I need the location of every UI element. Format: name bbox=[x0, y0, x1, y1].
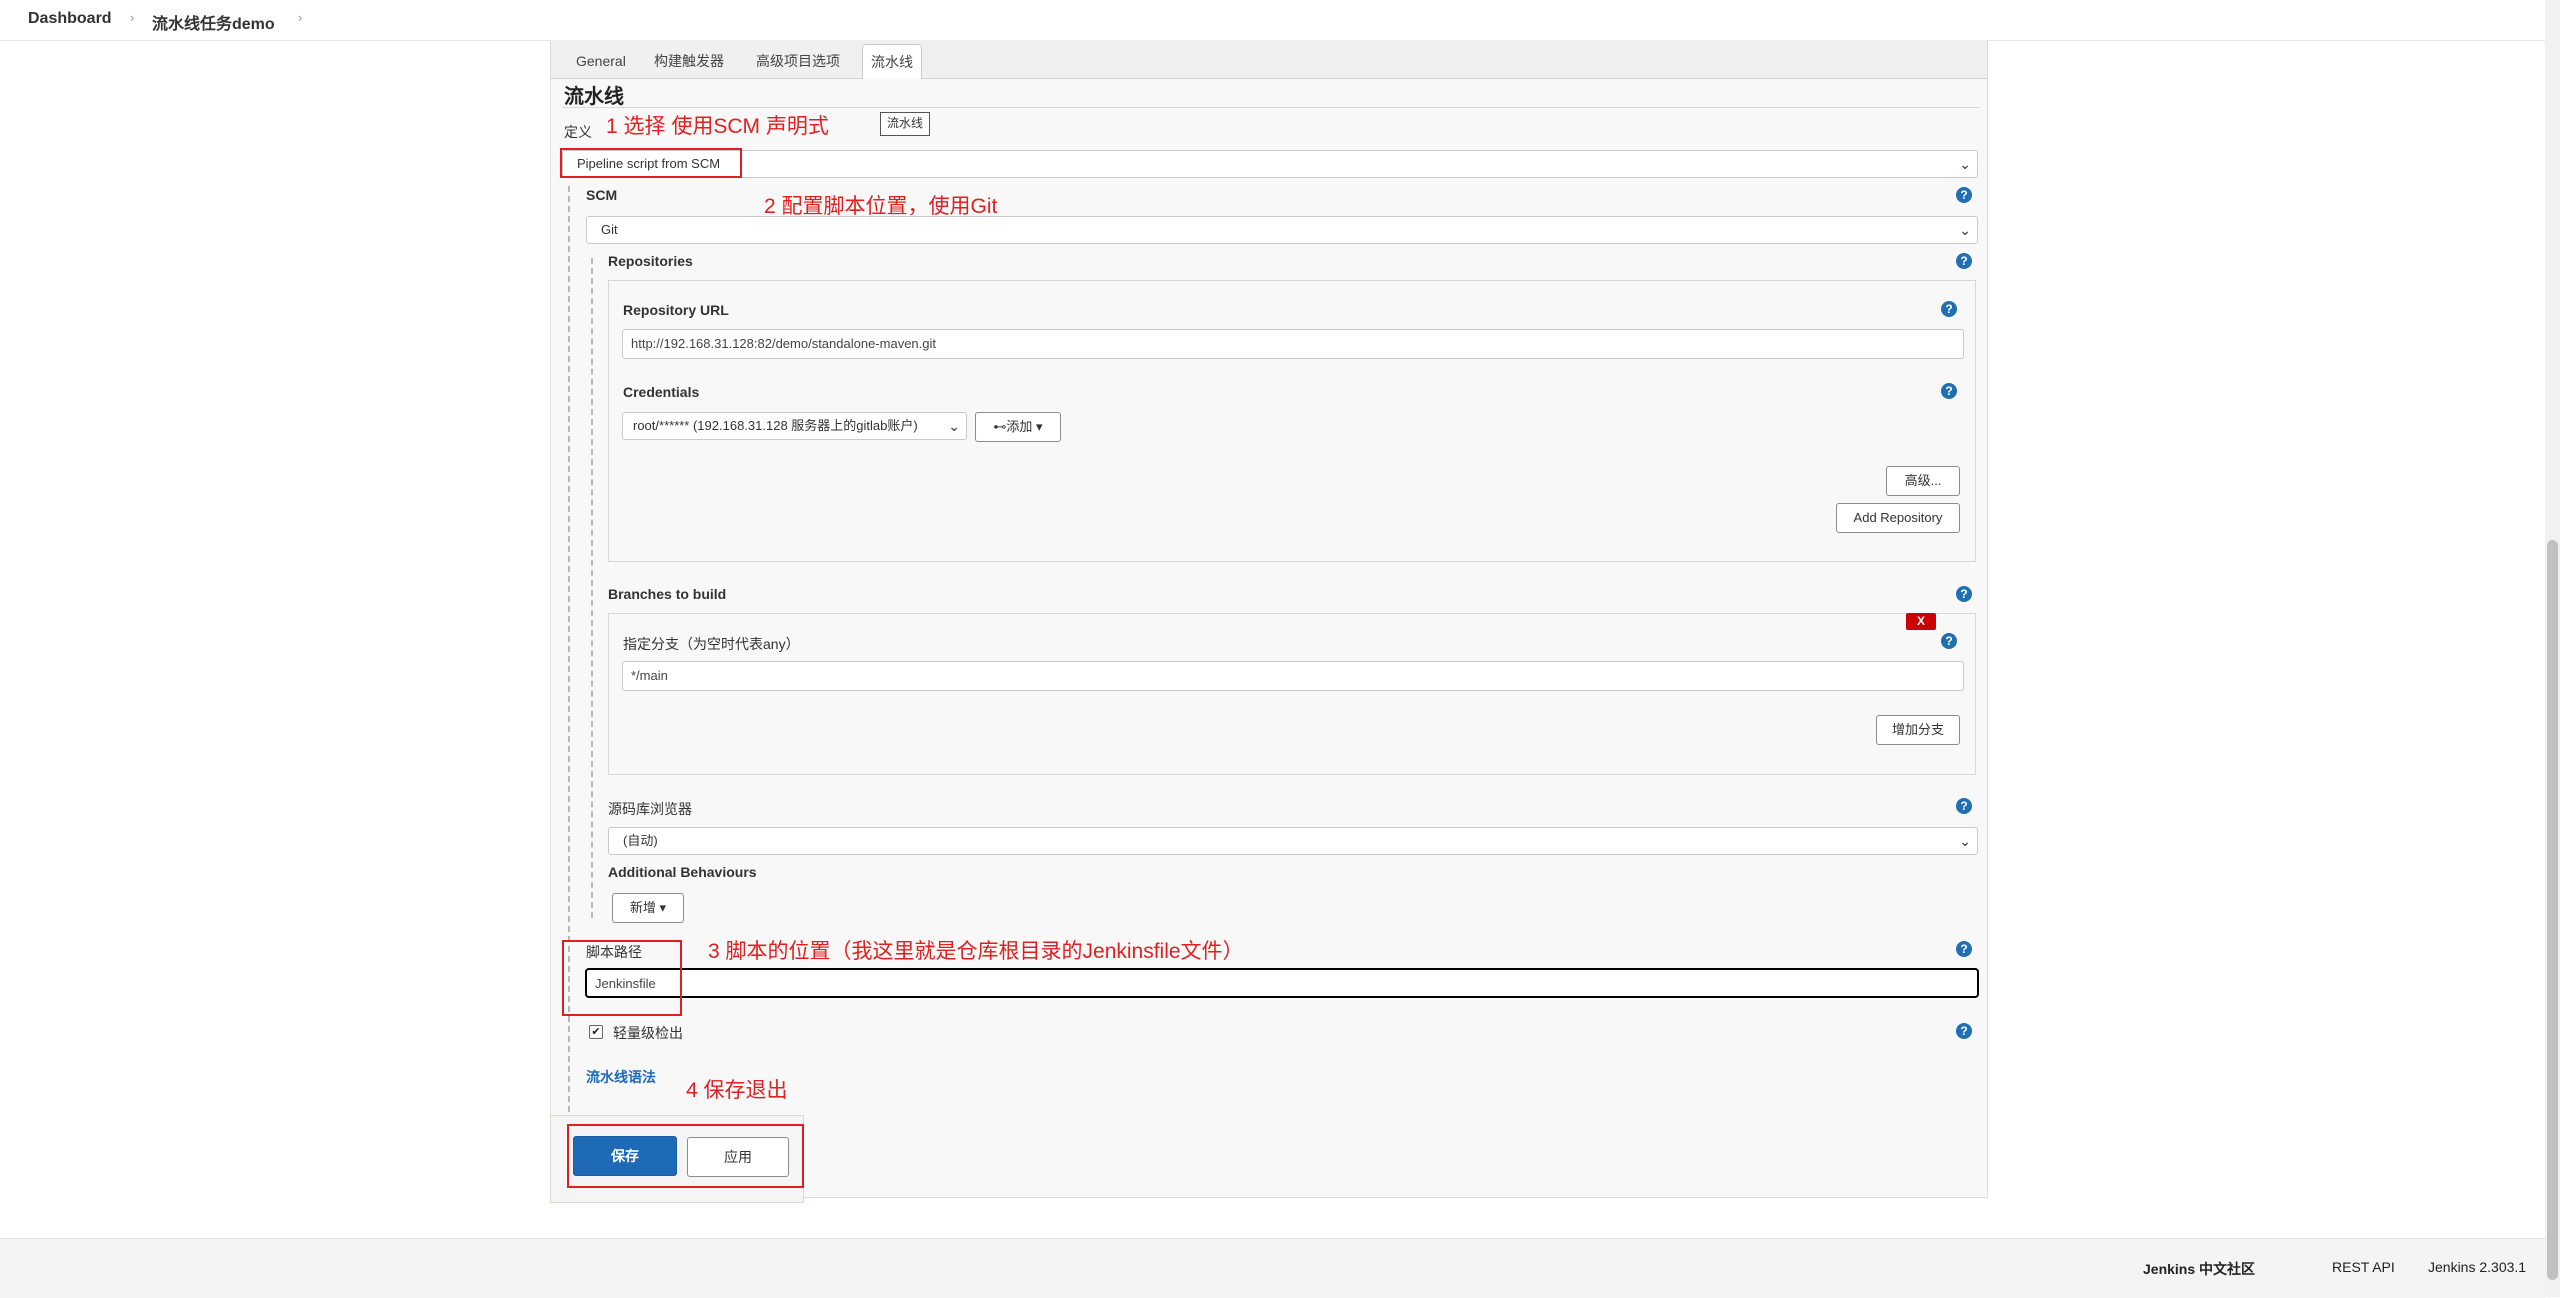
behaviours-label: Additional Behaviours bbox=[608, 864, 757, 880]
scm-value: Git bbox=[601, 222, 618, 237]
lightweight-checkbox[interactable]: ✔ bbox=[589, 1025, 603, 1039]
help-icon[interactable]: ? bbox=[1956, 187, 1972, 203]
scm-label: SCM bbox=[586, 187, 618, 203]
chevron-down-icon: ⌄ bbox=[1959, 833, 1971, 849]
browser-select[interactable]: (自动) ⌄ bbox=[608, 827, 1978, 855]
help-icon[interactable]: ? bbox=[1941, 633, 1957, 649]
chevron-down-icon: ⌄ bbox=[1959, 222, 1971, 238]
scrollbar-thumb[interactable] bbox=[2547, 540, 2558, 1280]
branch-block bbox=[608, 613, 1976, 775]
annotation-step-4: 4 保存退出 bbox=[686, 1079, 788, 1102]
annotation-step-3: 3 脚本的位置（我这里就是仓库根目录的Jenkinsfile文件） bbox=[708, 940, 1244, 963]
tab-pipeline[interactable]: 流水线 bbox=[862, 44, 922, 79]
tab-advanced-options[interactable]: 高级项目选项 bbox=[748, 44, 848, 78]
breadcrumb-dashboard[interactable]: Dashboard bbox=[28, 10, 112, 28]
branch-specifier-label: 指定分支（为空时代表any） bbox=[623, 636, 800, 652]
help-icon[interactable]: ? bbox=[1956, 253, 1972, 269]
breadcrumb-separator: › bbox=[298, 10, 303, 25]
delete-branch-button[interactable]: X bbox=[1906, 613, 1936, 630]
add-repository-button[interactable]: Add Repository bbox=[1836, 503, 1960, 533]
scm-select[interactable]: Git ⌄ bbox=[586, 216, 1978, 244]
repo-url-label: Repository URL bbox=[623, 302, 729, 318]
add-credentials-label: 添加 bbox=[1006, 419, 1033, 434]
annotation-box bbox=[562, 940, 682, 1016]
section-title: 流水线 bbox=[564, 86, 624, 108]
help-icon[interactable]: ? bbox=[1956, 1023, 1972, 1039]
chevron-down-icon: ⌄ bbox=[948, 418, 960, 434]
breadcrumb-job[interactable]: 流水线任务demo bbox=[152, 10, 275, 34]
add-behaviour-button[interactable]: 新增 ▾ bbox=[612, 893, 684, 923]
repositories-label: Repositories bbox=[608, 253, 693, 269]
tab-build-triggers[interactable]: 构建触发器 bbox=[646, 44, 732, 78]
tooltip: 流水线 bbox=[880, 112, 931, 136]
key-icon: ⊷ bbox=[993, 419, 1007, 434]
dropdown-arrow-icon: ▾ bbox=[1036, 419, 1043, 434]
add-behaviour-label: 新增 bbox=[629, 900, 656, 915]
annotation-step-1: 1 选择 使用SCM 声明式 bbox=[606, 115, 829, 138]
annotation-box bbox=[567, 1124, 804, 1188]
lightweight-label: 轻量级检出 bbox=[613, 1025, 683, 1041]
script-path-input[interactable]: Jenkinsfile bbox=[585, 968, 1979, 998]
footer-version-link[interactable]: Jenkins 2.303.1 bbox=[2428, 1259, 2526, 1275]
browser-label: 源码库浏览器 bbox=[608, 801, 692, 817]
help-icon[interactable]: ? bbox=[1956, 586, 1972, 602]
add-credentials-button[interactable]: ⊷添加 ▾ bbox=[975, 412, 1061, 442]
pipeline-syntax-link[interactable]: 流水线语法 bbox=[586, 1067, 656, 1087]
branch-specifier-input[interactable]: */main bbox=[622, 661, 1964, 691]
tab-general[interactable]: General bbox=[568, 44, 634, 78]
credentials-value: root/****** (192.168.31.128 服务器上的gitlab账… bbox=[633, 418, 918, 433]
footer-rest-api-link[interactable]: REST API bbox=[2332, 1259, 2395, 1275]
add-branch-button[interactable]: 增加分支 bbox=[1876, 715, 1960, 745]
definition-select[interactable]: Pipeline script from SCM ⌄ bbox=[562, 150, 1978, 178]
breadcrumb-bar bbox=[0, 0, 2560, 41]
annotation-step-2: 2 配置脚本位置，使用Git bbox=[764, 195, 998, 218]
footer-community-link[interactable]: Jenkins 中文社区 bbox=[2143, 1259, 2255, 1279]
credentials-select[interactable]: root/****** (192.168.31.128 服务器上的gitlab账… bbox=[622, 412, 967, 440]
annotation-box bbox=[560, 148, 742, 178]
help-icon[interactable]: ? bbox=[1956, 798, 1972, 814]
chevron-down-icon: ⌄ bbox=[1959, 156, 1971, 172]
help-icon[interactable]: ? bbox=[1956, 941, 1972, 957]
credentials-label: Credentials bbox=[623, 384, 700, 400]
section-divider bbox=[562, 107, 1980, 108]
advanced-button[interactable]: 高级... bbox=[1886, 466, 1960, 496]
browser-value: (自动) bbox=[623, 833, 658, 848]
definition-label: 定义 bbox=[564, 124, 592, 140]
nesting-guide bbox=[591, 258, 593, 918]
branches-label: Branches to build bbox=[608, 586, 727, 602]
help-icon[interactable]: ? bbox=[1941, 383, 1957, 399]
breadcrumb-separator: › bbox=[130, 10, 135, 25]
help-icon[interactable]: ? bbox=[1941, 301, 1957, 317]
dropdown-arrow-icon: ▾ bbox=[659, 900, 667, 915]
repo-url-input[interactable]: http://192.168.31.128:82/demo/standalone… bbox=[622, 329, 1964, 359]
